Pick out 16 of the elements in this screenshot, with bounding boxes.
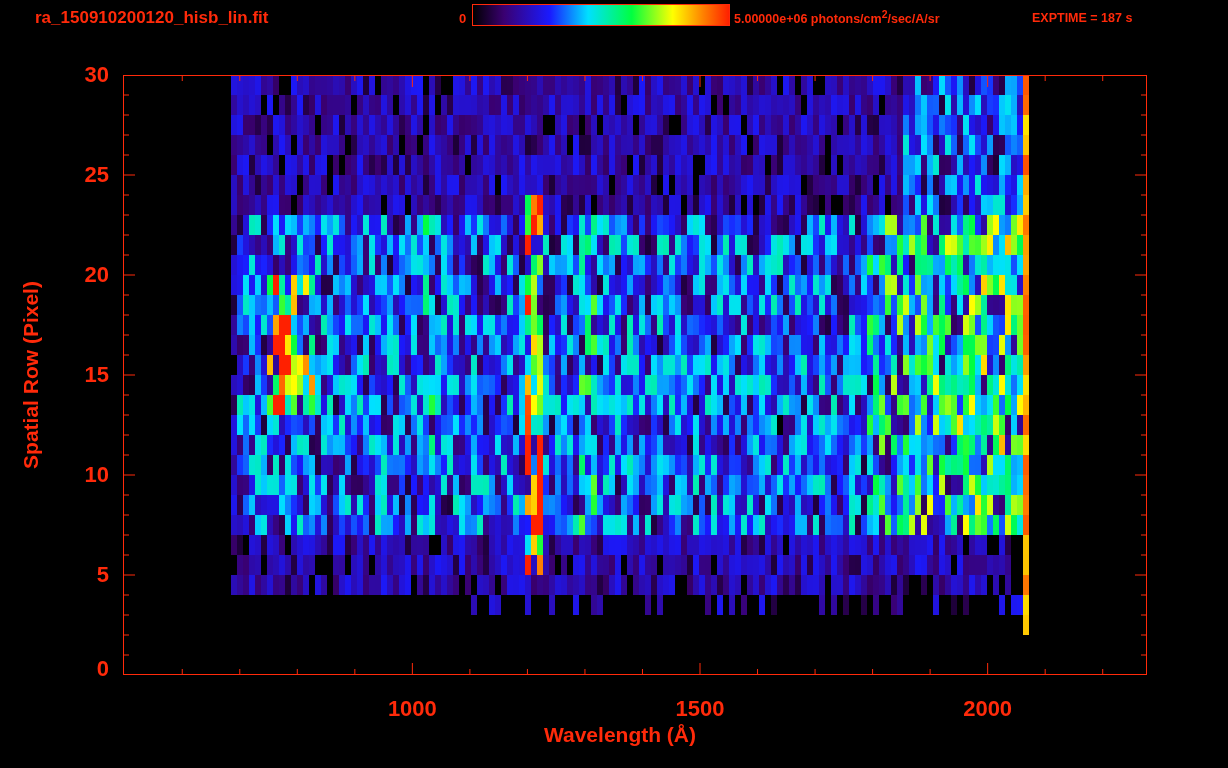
exposure-time-label: EXPTIME = 187 s	[1032, 11, 1133, 25]
y-tick-label: 25	[84, 163, 109, 187]
colorbar-min-label: 0	[459, 10, 468, 26]
colorbar-max-label: 5.00000e+06 photons/cm$^{2}$/sec/A/sr	[734, 9, 941, 27]
y-axis-label: Spatial Row (Pixel)	[19, 281, 43, 469]
y-tick-label: 10	[84, 463, 109, 487]
x-tick-label: 1500	[675, 697, 725, 721]
y-tick-label: 0	[96, 657, 109, 681]
file-title: ra_150910200120_hisb_lin.fit	[35, 8, 270, 28]
y-tick-label: 5	[96, 563, 109, 587]
y-tick-label: 20	[84, 263, 109, 287]
y-tick-label: 15	[84, 363, 109, 387]
y-tick-label: 30	[84, 63, 109, 87]
x-axis-label: Wavelength (Å)	[543, 723, 697, 748]
x-tick-label: 1000	[387, 697, 437, 721]
x-tick-label: 2000	[963, 697, 1013, 721]
